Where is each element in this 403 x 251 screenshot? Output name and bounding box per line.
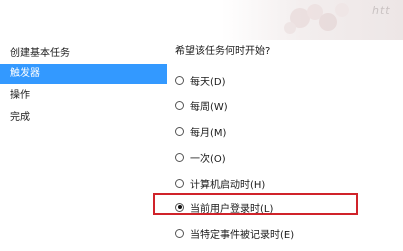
decorative-flower-image	[284, 3, 349, 34]
radio-button[interactable]	[175, 75, 184, 85]
radio-option-daily[interactable]: 每天(D)	[175, 71, 226, 89]
radio-button[interactable]	[175, 178, 184, 188]
option-label: 计算机启动时(H)	[190, 179, 266, 191]
sidebar-item-create-basic-task[interactable]: 创建基本任务	[0, 44, 167, 64]
radio-option-once[interactable]: 一次(O)	[175, 148, 226, 166]
wizard-steps-sidebar: 创建基本任务 触发器 操作 完成	[0, 40, 167, 251]
radio-option-user-logon[interactable]: 当前用户登录时(L)	[175, 198, 273, 216]
option-label: 每月(M)	[190, 127, 227, 139]
watermark-text: htt	[372, 4, 391, 17]
option-label: 每周(W)	[190, 101, 228, 113]
radio-option-event-logged[interactable]: 当特定事件被记录时(E)	[175, 224, 294, 242]
sidebar-item-trigger[interactable]: 触发器	[0, 64, 167, 84]
option-label: 当前用户登录时(L)	[190, 203, 274, 215]
radio-button[interactable]	[175, 100, 184, 110]
radio-button[interactable]	[175, 126, 184, 136]
radio-button[interactable]	[175, 228, 184, 238]
header-banner: htt	[0, 0, 403, 40]
option-label: 一次(O)	[190, 153, 226, 165]
radio-button-selected[interactable]	[175, 202, 184, 212]
option-label: 每天(D)	[190, 76, 226, 88]
radio-option-weekly[interactable]: 每周(W)	[175, 96, 228, 114]
page-question: 希望该任务何时开始?	[175, 46, 271, 57]
radio-option-computer-startup[interactable]: 计算机启动时(H)	[175, 174, 265, 192]
option-label: 当特定事件被记录时(E)	[190, 229, 295, 241]
radio-button[interactable]	[175, 152, 184, 162]
sidebar-item-action[interactable]: 操作	[0, 86, 167, 106]
radio-option-monthly[interactable]: 每月(M)	[175, 122, 226, 140]
sidebar-item-finish[interactable]: 完成	[0, 108, 167, 128]
